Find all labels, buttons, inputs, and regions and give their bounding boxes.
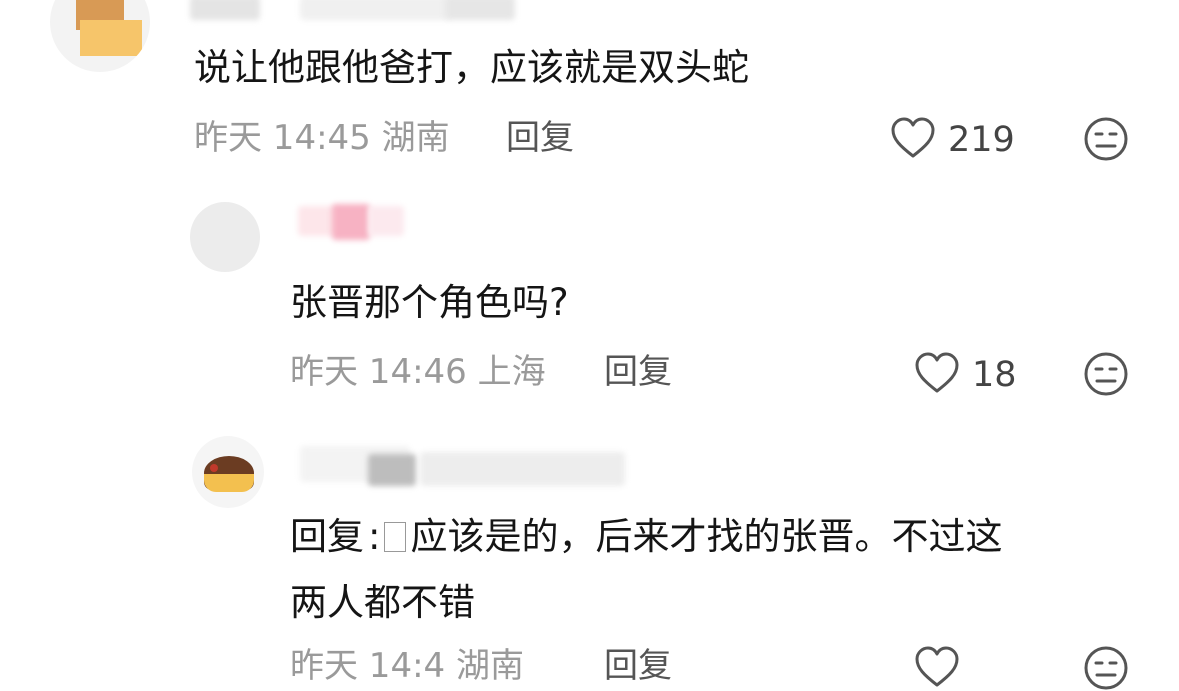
mention-icon [384, 522, 407, 552]
comment-text: 张晋那个角色吗? [290, 281, 569, 324]
reply-prefix: 回复 [290, 515, 364, 558]
meh-face-icon[interactable] [1083, 645, 1129, 691]
heart-icon[interactable] [890, 116, 936, 160]
heart-icon[interactable] [914, 645, 960, 689]
username [420, 452, 625, 486]
avatar[interactable] [50, 0, 150, 72]
heart-icon[interactable] [914, 351, 960, 395]
comment-date: 昨天 14:45 [194, 118, 371, 158]
comment-text-line2: 两人都不错 [290, 581, 475, 624]
comment-text-line1: 应该是的，后来才找的张晋。不过这 [410, 515, 1003, 558]
username [300, 0, 450, 20]
comment-location: 湖南 [381, 118, 450, 158]
reply-button[interactable]: 回复 [604, 352, 672, 392]
meh-face-icon[interactable] [1083, 116, 1129, 162]
avatar-image [204, 474, 254, 492]
reply-separator: : [368, 515, 381, 558]
username [368, 454, 416, 486]
username [332, 204, 370, 240]
comment-meta: 昨天 14:4 湖南 [290, 646, 524, 686]
meh-face-icon[interactable] [1083, 351, 1129, 397]
avatar-image [80, 20, 142, 56]
comment-meta: 昨天 14:45 湖南 [194, 118, 450, 158]
comment-date: 昨天 14:4 [290, 646, 446, 686]
avatar-image [210, 464, 218, 472]
reply-button[interactable]: 回复 [506, 118, 574, 158]
username [368, 206, 404, 236]
username[interactable] [190, 0, 260, 20]
comment-location: 上海 [477, 352, 546, 392]
comment-date: 昨天 14:46 [290, 352, 467, 392]
reply-button[interactable]: 回复 [604, 646, 672, 686]
avatar[interactable] [190, 202, 260, 272]
username [445, 0, 515, 20]
comment-meta: 昨天 14:46 上海 [290, 352, 546, 392]
avatar[interactable] [192, 436, 264, 508]
comment-text: 回复: 应该是的，后来才找的张晋。不过这 [290, 514, 1002, 560]
like-count: 219 [948, 120, 1015, 160]
comment-location: 湖南 [455, 646, 524, 686]
comment-text: 说让他跟他爸打，应该就是双头蛇 [194, 46, 749, 89]
like-count: 18 [972, 355, 1017, 395]
